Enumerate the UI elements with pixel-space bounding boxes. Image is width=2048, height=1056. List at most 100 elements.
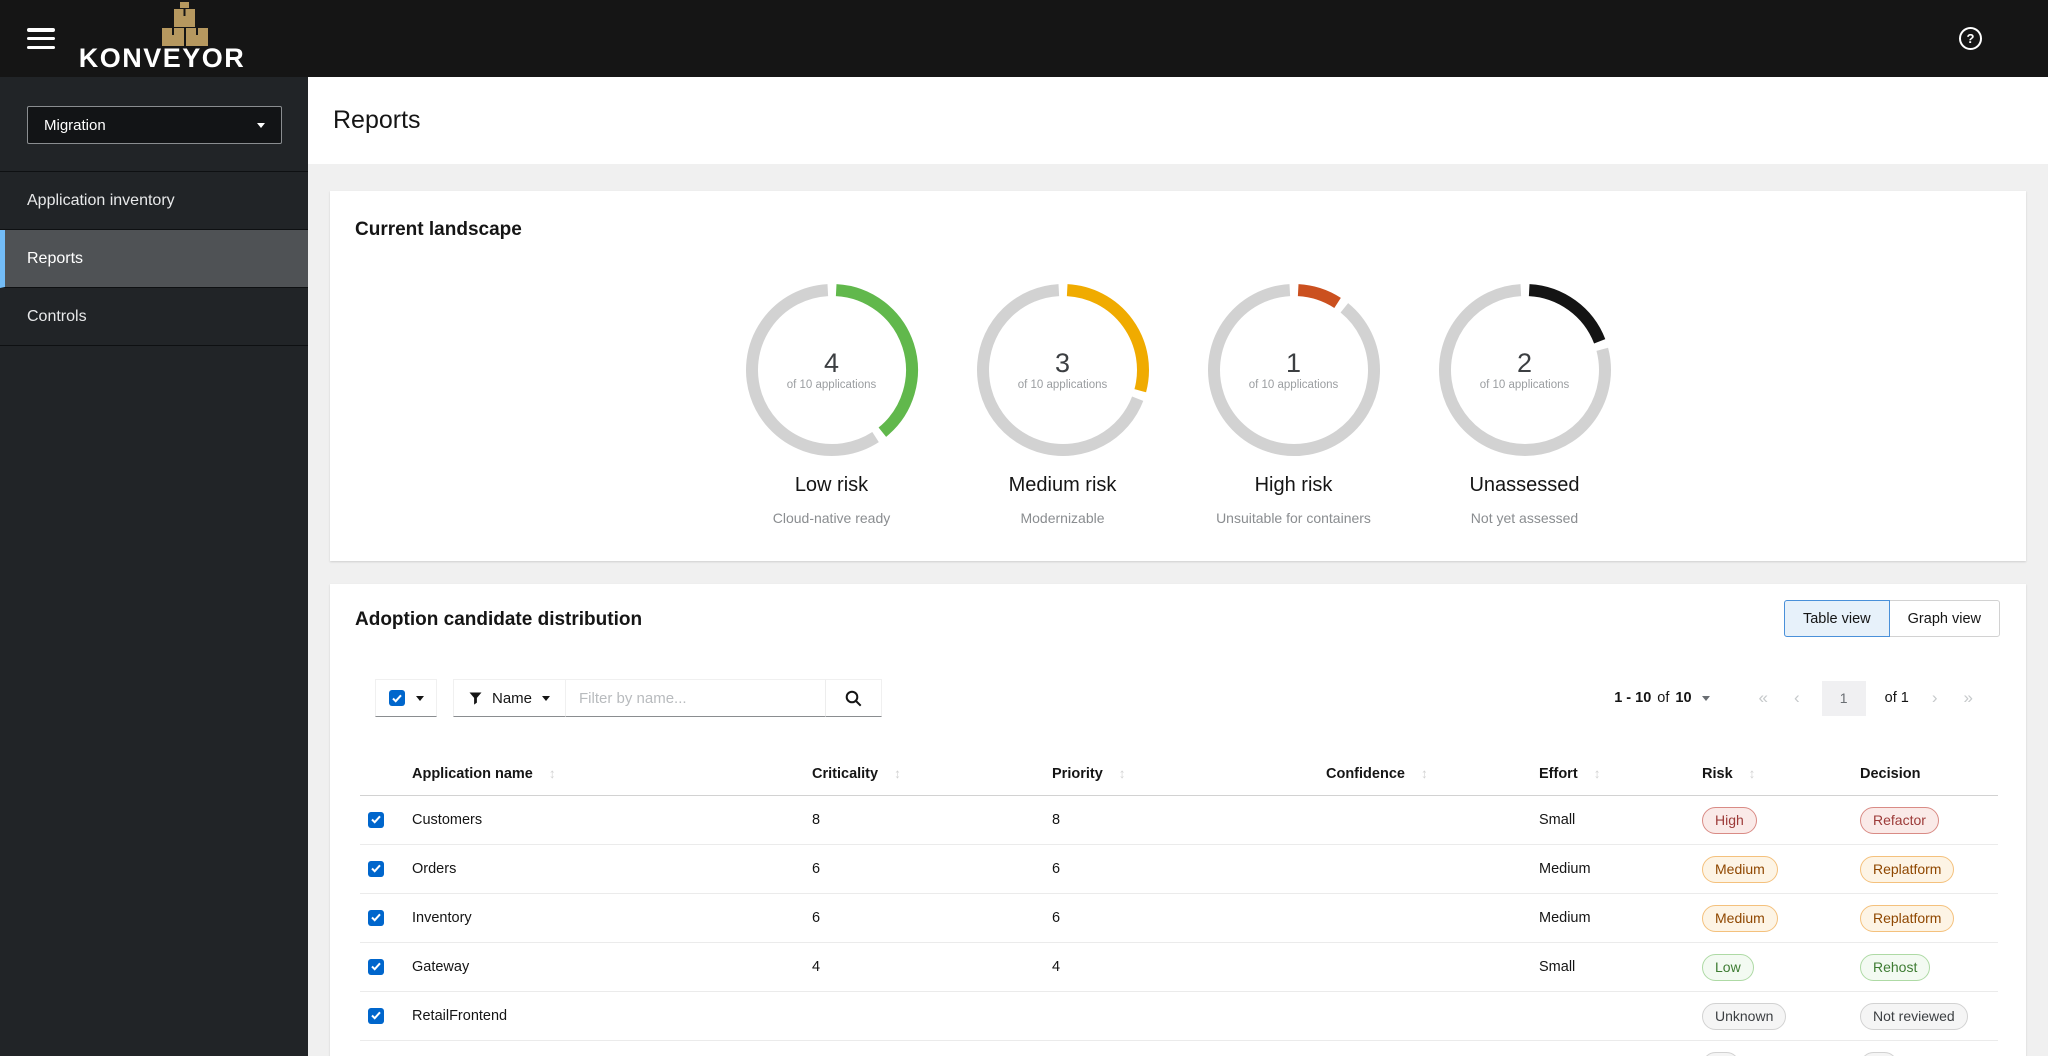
bulk-select-dropdown[interactable] <box>375 679 437 717</box>
applications-table: Application name ↕ Criticality ↕ Priority … <box>360 760 1998 1056</box>
confidence-cell <box>1318 795 1531 845</box>
sidebar-item-application-inventory[interactable]: Application inventory <box>0 172 308 230</box>
priority-cell <box>1044 1040 1318 1056</box>
column-header-criticality[interactable]: Criticality ↕ <box>804 760 1044 796</box>
donut-description: Not yet assessed <box>1470 510 1579 526</box>
bulk-select-checkbox[interactable] <box>388 690 405 706</box>
current-landscape-title: Current landscape <box>355 219 522 240</box>
row-checkbox[interactable] <box>368 860 384 877</box>
konveyor-app: KONVEYOR ? Migration Application invento… <box>0 0 2048 1056</box>
view-toggle-group: Table view Graph view <box>1783 600 2000 637</box>
confidence-cell <box>1318 893 1531 943</box>
select-cell <box>360 991 404 1041</box>
sort-icon[interactable]: ↕ <box>1421 766 1428 781</box>
application-name-cell: RetailFrontend <box>404 991 804 1041</box>
page-title-section: Reports <box>308 77 2048 164</box>
column-header-application-name[interactable]: Application name ↕ <box>404 760 804 796</box>
select-cell <box>360 942 404 992</box>
select-cell <box>360 844 404 894</box>
filter-icon <box>469 692 482 705</box>
sort-icon[interactable]: ↕ <box>1119 766 1126 781</box>
criticality-cell <box>804 991 1044 1041</box>
donut-high-risk: 1 of 10 applications High risk Unsuitabl… <box>1206 282 1382 526</box>
column-header-confidence[interactable]: Confidence ↕ <box>1318 760 1531 796</box>
search-button[interactable] <box>825 679 883 717</box>
pagination-range: 1 - 10 <box>1614 690 1652 706</box>
application-name-cell: Gateway <box>404 942 804 992</box>
sort-icon[interactable]: ↕ <box>894 766 901 781</box>
sort-icon[interactable]: ↕ <box>549 766 556 781</box>
perspective-selector[interactable]: Migration <box>27 106 282 144</box>
row-checkbox[interactable] <box>368 958 384 975</box>
decision-cell: Replatform <box>1852 893 1998 943</box>
first-page-button[interactable]: « <box>1746 688 1781 708</box>
sort-icon[interactable]: ↕ <box>1749 766 1756 781</box>
donut-label: Low risk <box>794 474 869 496</box>
donut-value: 2 <box>1516 347 1533 378</box>
priority-cell: 6 <box>1044 844 1318 894</box>
help-icon[interactable]: ? <box>1959 27 1982 50</box>
confidence-cell <box>1318 1040 1531 1056</box>
sidebar-nav: Application inventory Reports Controls <box>0 171 308 346</box>
replatform-label: Replatform <box>1860 855 1955 883</box>
table-toolbar: Name 1 - 10 of 10 <box>375 679 1986 717</box>
filter-category-dropdown[interactable]: Name <box>453 679 567 717</box>
select-cell <box>360 1040 404 1056</box>
graph-view-button[interactable]: Graph view <box>1888 600 2000 637</box>
criticality-cell: 6 <box>804 844 1044 894</box>
confidence-cell <box>1318 942 1531 992</box>
column-header-effort[interactable]: Effort ↕ <box>1531 760 1694 796</box>
filter-by-name-input[interactable] <box>566 679 826 717</box>
row-checkbox[interactable] <box>368 1007 384 1024</box>
filter-group: Name <box>453 679 883 717</box>
donut-label: Unassessed <box>1469 474 1580 496</box>
sidebar-item-reports[interactable]: Reports <box>0 230 308 288</box>
label <box>1702 1051 1740 1056</box>
low-label: Low <box>1702 953 1754 981</box>
table-view-button[interactable]: Table view <box>1783 600 1890 637</box>
sort-icon[interactable]: ↕ <box>1594 766 1601 781</box>
donut-label: High risk <box>1254 474 1333 496</box>
donut-chart-high-risk: 1 of 10 applications <box>1206 282 1382 458</box>
table-row-customers: Customers 8 8 Small High Refactor <box>360 795 1998 845</box>
donut-row: 4 of 10 applications Low risk Cloud-nati… <box>330 282 2026 526</box>
donut-description: Modernizable <box>1020 510 1105 526</box>
adoption-card: Adoption candidate distribution Table vi… <box>330 584 2026 1056</box>
effort-cell: Small <box>1531 942 1694 992</box>
chevron-down-icon <box>1701 695 1710 701</box>
donut-unassessed: 2 of 10 applications Unassessed Not yet … <box>1437 282 1613 526</box>
perspective-value: Migration <box>44 116 106 134</box>
row-checkbox[interactable] <box>368 811 384 828</box>
pagination: 1 - 10 of 10 « ‹ of 1 › » <box>1614 680 1986 716</box>
pagination-range-dropdown[interactable]: 1 - 10 of 10 <box>1614 690 1710 706</box>
donut-subtitle: of 10 applications <box>1017 378 1108 391</box>
page-title: Reports <box>333 106 421 134</box>
decision-cell: Replatform <box>1852 844 1998 894</box>
donut-subtitle: of 10 applications <box>786 378 877 391</box>
last-page-button[interactable]: » <box>1951 688 1986 708</box>
current-page-input[interactable] <box>1821 680 1866 716</box>
decision-cell: Rehost <box>1852 942 1998 992</box>
table-row-inventory: Inventory 6 6 Medium Medium Replatform <box>360 893 1998 943</box>
criticality-cell: 8 <box>804 795 1044 845</box>
donut-value: 3 <box>1054 347 1071 378</box>
nav-toggle-hamburger-icon[interactable] <box>27 28 55 49</box>
column-header-priority[interactable]: Priority ↕ <box>1044 760 1318 796</box>
previous-page-button[interactable]: ‹ <box>1781 688 1813 708</box>
pagination-of-word: of <box>1657 690 1670 706</box>
sidebar-item-controls[interactable]: Controls <box>0 288 308 346</box>
table-row-orders: Orders 6 6 Medium Medium Replatform <box>360 844 1998 894</box>
application-name-cell: Orders <box>404 844 804 894</box>
column-header-risk[interactable]: Risk ↕ <box>1694 760 1852 796</box>
row-checkbox[interactable] <box>368 909 384 926</box>
masthead: KONVEYOR ? <box>0 0 2048 77</box>
table-body: Customers 8 8 Small High Refactor Orders… <box>360 795 1998 1056</box>
donut-value: 4 <box>823 347 840 378</box>
donut-chart-medium-risk: 3 of 10 applications <box>975 282 1151 458</box>
risk-cell: Medium <box>1694 893 1852 943</box>
confidence-cell <box>1318 844 1531 894</box>
medium-label: Medium <box>1702 855 1778 883</box>
next-page-button[interactable]: › <box>1919 688 1951 708</box>
replatform-label: Replatform <box>1860 904 1955 932</box>
decision-cell: Refactor <box>1852 795 1998 845</box>
